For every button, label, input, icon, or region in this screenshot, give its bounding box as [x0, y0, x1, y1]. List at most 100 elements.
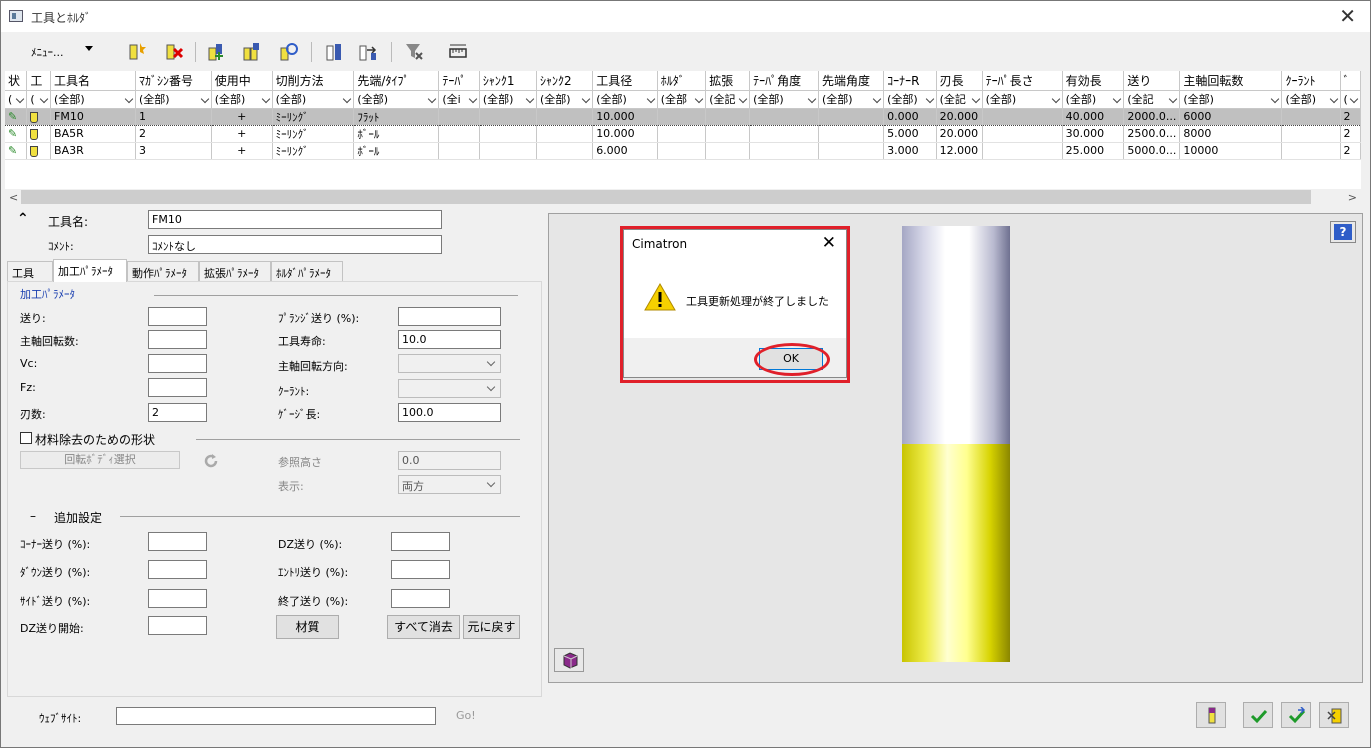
table-cell[interactable]: 5.000: [883, 125, 937, 143]
table-cell[interactable]: [1281, 125, 1341, 143]
table-cell[interactable]: [479, 125, 537, 143]
column-header[interactable]: 工: [26, 71, 52, 91]
column-header[interactable]: 拡張: [705, 71, 751, 91]
column-filter[interactable]: (全部): [272, 90, 355, 109]
column-header[interactable]: ﾃｰﾊﾟ長さ: [982, 71, 1063, 91]
column-header[interactable]: ﾃｰﾊﾟ角度: [749, 71, 819, 91]
swap-holder-icon[interactable]: [357, 40, 379, 62]
table-cell[interactable]: 10000: [1179, 142, 1283, 160]
remove-shape-checkbox[interactable]: [20, 432, 32, 444]
add-to-library-icon[interactable]: [205, 40, 227, 62]
table-cell[interactable]: [26, 142, 52, 160]
column-filter[interactable]: (全部): [749, 90, 819, 109]
dialog-close-button[interactable]: ✕: [822, 233, 836, 253]
table-cell[interactable]: 3: [135, 142, 212, 160]
column-header[interactable]: 先端/ﾀｲﾌﾟ: [353, 71, 440, 91]
table-cell[interactable]: [1281, 142, 1341, 160]
column-filter[interactable]: (全部): [1179, 90, 1283, 109]
table-cell[interactable]: [536, 107, 594, 126]
table-cell[interactable]: 12.000: [936, 142, 983, 160]
material-button[interactable]: 材質: [276, 615, 339, 639]
column-header[interactable]: 工具径: [592, 71, 658, 91]
table-cell[interactable]: [982, 125, 1063, 143]
column-header[interactable]: ﾏｶﾞｼﾝ番号: [135, 71, 212, 91]
table-cell[interactable]: ﾐｰﾘﾝｸﾞ: [272, 125, 355, 143]
table-cell[interactable]: [982, 142, 1063, 160]
table-cell[interactable]: [749, 142, 819, 160]
table-cell[interactable]: [479, 142, 537, 160]
table-cell[interactable]: 20.000: [936, 107, 983, 126]
table-cell[interactable]: ﾐｰﾘﾝｸﾞ: [272, 142, 355, 160]
table-cell[interactable]: [749, 107, 819, 126]
table-cell[interactable]: BA5R: [50, 125, 136, 143]
corner-feed-field[interactable]: [148, 532, 207, 551]
table-cell[interactable]: [479, 107, 537, 126]
column-filter[interactable]: (全部): [883, 90, 937, 109]
table-cell[interactable]: 10.000: [592, 107, 658, 126]
column-header[interactable]: ﾃｰﾊﾟ: [438, 71, 480, 91]
spindle-direction-select[interactable]: [398, 354, 501, 373]
column-filter[interactable]: (全部): [211, 90, 273, 109]
column-filter[interactable]: (全部): [592, 90, 658, 109]
table-cell[interactable]: [438, 125, 480, 143]
table-cell[interactable]: +: [211, 125, 273, 143]
table-cell[interactable]: 5000.0...: [1123, 142, 1181, 160]
column-filter[interactable]: (全部): [536, 90, 594, 109]
clear-filter-icon[interactable]: [403, 40, 425, 62]
display-select[interactable]: 両方: [398, 475, 501, 494]
help-button[interactable]: ?: [1330, 221, 1356, 243]
flutes-field[interactable]: 2: [148, 403, 207, 422]
column-header[interactable]: 刃長: [936, 71, 983, 91]
table-cell[interactable]: 10.000: [592, 125, 658, 143]
dz-feed-field[interactable]: [391, 532, 450, 551]
column-filter[interactable]: (全部): [982, 90, 1063, 109]
column-header[interactable]: 有効長: [1062, 71, 1125, 91]
scroll-right-icon[interactable]: >: [1348, 191, 1357, 204]
scroll-left-icon[interactable]: <: [9, 191, 18, 204]
column-filter[interactable]: (全部): [1062, 90, 1125, 109]
table-cell[interactable]: [705, 107, 751, 126]
exit-feed-field[interactable]: [391, 589, 450, 608]
import-tool-icon[interactable]: [241, 40, 263, 62]
apply-check-button[interactable]: [1243, 702, 1273, 728]
table-row[interactable]: ✎ BA5R 2 + ﾐｰﾘﾝｸﾞ ﾎﾞｰﾙ 10.000 5.000 20.000 30.000…: [5, 125, 1361, 143]
table-cell[interactable]: [818, 142, 885, 160]
coolant-select[interactable]: [398, 379, 501, 398]
tool-name-field[interactable]: FM10: [148, 210, 442, 229]
table-cell[interactable]: ✎: [5, 107, 28, 126]
tab-holder-params[interactable]: ﾎﾙﾀﾞﾊﾟﾗﾒｰﾀ: [271, 261, 343, 281]
table-cell[interactable]: [705, 125, 751, 143]
tab-tool[interactable]: 工具: [7, 261, 53, 281]
table-cell[interactable]: [438, 142, 480, 160]
column-header[interactable]: ｼｬﾝｸ1: [479, 71, 537, 91]
table-cell[interactable]: [818, 107, 885, 126]
column-header[interactable]: ﾎﾙﾀﾞ: [657, 71, 707, 91]
column-filter[interactable]: (: [5, 90, 28, 109]
down-feed-field[interactable]: [148, 560, 207, 579]
table-cell[interactable]: 2: [135, 125, 212, 143]
fz-field[interactable]: [148, 378, 207, 397]
rotate-body-button[interactable]: 回転ﾎﾞﾃﾞｨ選択: [20, 451, 180, 469]
table-cell[interactable]: FM10: [50, 107, 136, 126]
column-filter[interactable]: (: [1340, 90, 1361, 109]
holder-icon[interactable]: [323, 40, 345, 62]
table-cell[interactable]: 2500.0...: [1123, 125, 1181, 143]
window-close-button[interactable]: ✕: [1339, 3, 1356, 29]
plunge-field[interactable]: [398, 307, 501, 326]
table-cell[interactable]: ✎: [5, 125, 28, 143]
scroll-thumb[interactable]: [21, 190, 1311, 204]
column-filter[interactable]: (全記: [1123, 90, 1181, 109]
column-filter[interactable]: (全部): [135, 90, 212, 109]
extra-toggle-icon[interactable]: –: [30, 509, 36, 523]
ref-height-field[interactable]: 0.0: [398, 451, 501, 470]
column-filter[interactable]: (全記: [705, 90, 751, 109]
table-cell[interactable]: [657, 125, 707, 143]
table-cell[interactable]: 1: [135, 107, 212, 126]
column-header[interactable]: 工具名: [50, 71, 136, 91]
column-header[interactable]: 使用中: [211, 71, 273, 91]
ok-button[interactable]: OK: [759, 348, 823, 370]
table-cell[interactable]: +: [211, 107, 273, 126]
website-field[interactable]: [116, 707, 436, 725]
table-cell[interactable]: [982, 107, 1063, 126]
table-cell[interactable]: 2: [1340, 125, 1361, 143]
